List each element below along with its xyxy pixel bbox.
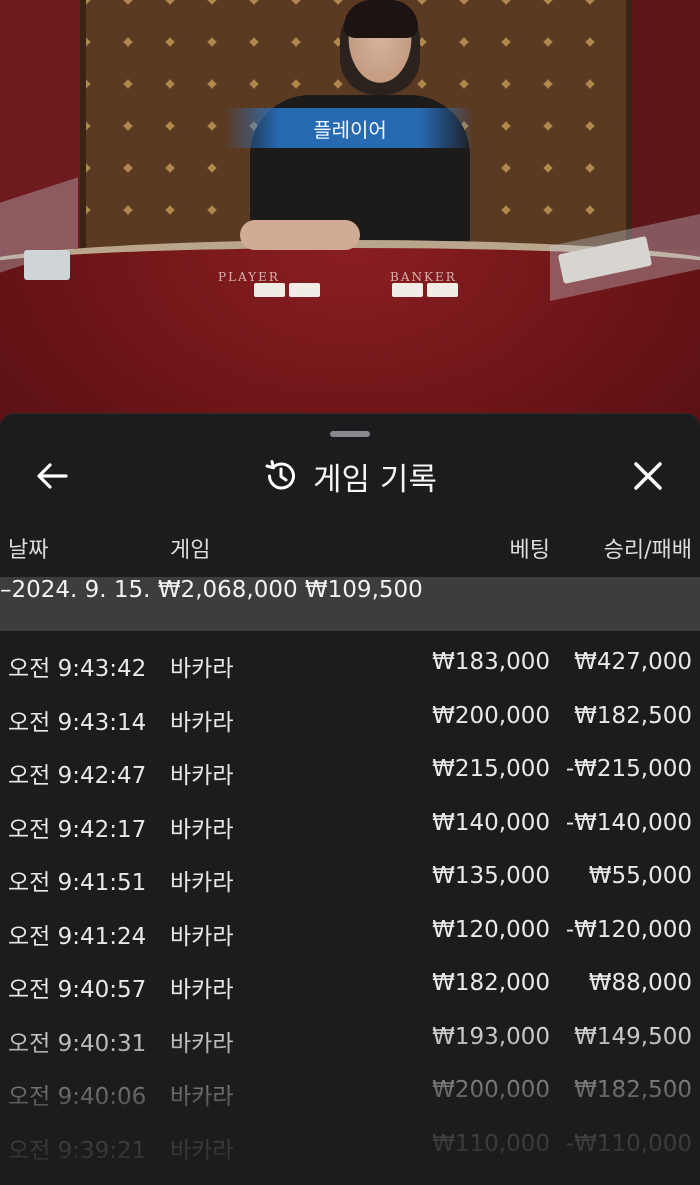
row-game: 바카라 xyxy=(170,763,234,789)
row-bet: ₩193,000 xyxy=(432,1023,550,1050)
player-cards xyxy=(254,283,320,297)
table-player-label: PLAYER xyxy=(218,270,280,284)
row-game: 바카라 xyxy=(170,816,234,843)
day-summary-bet: ₩2,068,000 xyxy=(157,577,298,603)
row-game: 바카라 xyxy=(170,656,234,682)
history-row[interactable]: 오전 9:40:57 바카라 ₩182,000 ₩88,000 xyxy=(0,956,700,1010)
day-summary-row[interactable]: –2024. 9. 15. ₩2,068,000 ₩109,500 xyxy=(0,577,700,631)
table-banker-label: BANKER xyxy=(390,270,457,284)
row-game: 바카라 xyxy=(170,923,234,950)
row-time: 오전 9:40:57 xyxy=(8,977,147,1003)
player-result-banner: 플레이어 xyxy=(225,108,475,148)
row-win-loss: ₩88,000 xyxy=(588,970,692,996)
row-game: 바카라 xyxy=(170,870,234,896)
row-time: 오전 9:43:42 xyxy=(8,656,147,682)
row-win-loss: ₩55,000 xyxy=(588,863,692,889)
history-row[interactable]: 오전 9:41:51 바카라 ₩135,000 ₩55,000 xyxy=(0,849,700,903)
row-time: 오전 9:40:06 xyxy=(8,1084,147,1110)
row-win-loss: -₩215,000 xyxy=(565,756,692,782)
row-time: 오전 9:42:17 xyxy=(8,816,147,843)
column-headers: 날짜 게임 베팅 승리/패배 xyxy=(0,532,700,572)
history-list: 오전 9:43:42 바카라 ₩183,000 ₩427,000 오전 9:43… xyxy=(0,635,700,1170)
row-bet: ₩182,000 xyxy=(432,970,550,996)
history-row[interactable]: 오전 9:43:14 바카라 ₩200,000 ₩182,500 xyxy=(0,689,700,743)
row-time: 오전 9:39:21 xyxy=(8,1137,147,1164)
history-row[interactable]: 오전 9:42:17 바카라 ₩140,000 -₩140,000 xyxy=(0,796,700,850)
sheet-header: 게임 기록 xyxy=(0,444,700,504)
row-win-loss: ₩149,500 xyxy=(574,1023,692,1050)
row-game: 바카라 xyxy=(170,709,234,736)
row-time: 오전 9:43:14 xyxy=(8,709,147,736)
day-summary-date: –2024. 9. 15. xyxy=(0,577,151,603)
row-win-loss: -₩140,000 xyxy=(565,809,692,836)
close-button[interactable] xyxy=(626,454,670,498)
card-deck-left xyxy=(24,250,70,280)
close-icon xyxy=(634,462,662,490)
sheet-title: 게임 기록 xyxy=(313,461,437,498)
history-row[interactable]: 오전 9:40:06 바카라 ₩200,000 ₩182,500 xyxy=(0,1063,700,1117)
row-win-loss: -₩120,000 xyxy=(565,916,692,943)
history-row[interactable]: 오전 9:39:21 바카라 ₩110,000 -₩110,000 xyxy=(0,1117,700,1171)
video-backdrop-right xyxy=(620,0,700,250)
row-win-loss: -₩110,000 xyxy=(565,1130,692,1157)
row-bet: ₩120,000 xyxy=(432,916,550,943)
history-icon xyxy=(265,460,296,490)
banker-cards xyxy=(392,283,458,297)
history-row[interactable]: 오전 9:42:47 바카라 ₩215,000 -₩215,000 xyxy=(0,742,700,796)
player-result-label: 플레이어 xyxy=(313,117,387,142)
row-bet: ₩135,000 xyxy=(432,863,550,889)
row-game: 바카라 xyxy=(170,1030,234,1057)
row-game: 바카라 xyxy=(170,977,234,1003)
sheet-drag-handle[interactable] xyxy=(330,431,370,437)
row-win-loss: ₩427,000 xyxy=(574,649,692,675)
column-header-win-loss: 승리/패배 xyxy=(603,538,692,563)
live-video: PLAYER BANKER 플레이어 xyxy=(0,0,700,430)
history-row[interactable]: 오전 9:40:31 바카라 ₩193,000 ₩149,500 xyxy=(0,1010,700,1064)
column-header-game: 게임 xyxy=(170,538,211,563)
row-game: 바카라 xyxy=(170,1137,234,1164)
row-time: 오전 9:41:24 xyxy=(8,923,147,950)
row-time: 오전 9:42:47 xyxy=(8,763,147,789)
row-bet: ₩200,000 xyxy=(432,1077,550,1103)
row-time: 오전 9:40:31 xyxy=(8,1030,147,1057)
history-row[interactable]: 오전 9:41:24 바카라 ₩120,000 -₩120,000 xyxy=(0,903,700,957)
row-win-loss: ₩182,500 xyxy=(574,702,692,729)
row-bet: ₩200,000 xyxy=(432,702,550,729)
sheet-title-group: 게임 기록 xyxy=(0,454,700,498)
row-win-loss: ₩182,500 xyxy=(574,1077,692,1103)
history-row[interactable]: 오전 9:43:42 바카라 ₩183,000 ₩427,000 xyxy=(0,635,700,689)
dealer-hair xyxy=(344,0,418,38)
row-time: 오전 9:41:51 xyxy=(8,870,147,896)
column-header-bet: 베팅 xyxy=(509,538,550,563)
row-bet: ₩140,000 xyxy=(432,809,550,836)
day-summary-win-loss: ₩109,500 xyxy=(304,577,423,603)
row-bet: ₩215,000 xyxy=(432,756,550,782)
row-bet: ₩183,000 xyxy=(432,649,550,675)
row-game: 바카라 xyxy=(170,1084,234,1110)
game-history-sheet: 게임 기록 날짜 게임 베팅 승리/패배 –2024. 9. 15. ₩2,06… xyxy=(0,414,700,1185)
column-header-date: 날짜 xyxy=(8,538,49,563)
dealer-hands xyxy=(240,220,360,250)
row-bet: ₩110,000 xyxy=(432,1130,550,1157)
